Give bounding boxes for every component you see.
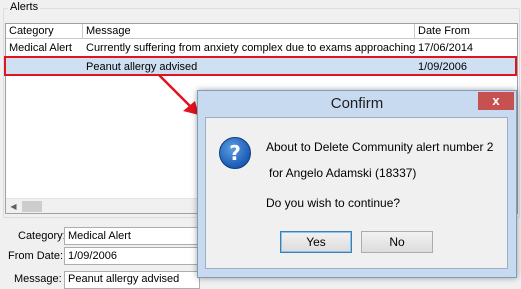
table-row[interactable]: Medical Alert Currently suffering from a… (6, 39, 517, 57)
highlight-box (4, 56, 517, 76)
category-label: Category: (18, 230, 66, 242)
yes-button[interactable]: Yes (280, 231, 352, 253)
dialog-title: Confirm (330, 95, 384, 112)
dialog-body: ? About to Delete Community alert number… (205, 117, 508, 269)
alerts-group-label: Alerts (8, 1, 41, 13)
question-icon: ? (219, 137, 251, 169)
category-combo[interactable]: Medical Alert (64, 227, 200, 245)
message-field[interactable]: Peanut allergy advised (64, 271, 200, 289)
confirm-dialog: Confirm x ? About to Delete Community al… (197, 90, 517, 278)
column-header-message[interactable]: Message (83, 24, 415, 39)
message-label: Message: (14, 273, 62, 285)
dialog-message-line3: Do you wish to continue? (266, 196, 401, 210)
cell-category: Medical Alert (9, 42, 72, 54)
no-button[interactable]: No (361, 231, 433, 253)
from-date-value: 1/09/2006 (68, 250, 117, 262)
from-date-field[interactable]: 1/09/2006 (64, 247, 200, 265)
column-header-category[interactable]: Category (6, 24, 83, 39)
dialog-message-line2: for Angelo Adamski (18337) (269, 166, 417, 180)
scroll-thumb[interactable] (22, 201, 42, 212)
from-date-label: From Date: (8, 250, 64, 262)
close-icon[interactable]: x (478, 92, 514, 110)
scroll-left-icon[interactable]: ◀ (6, 200, 21, 213)
column-header-date-from[interactable]: Date From (415, 24, 517, 39)
cell-date-from: 17/06/2014 (418, 42, 474, 54)
dialog-message-line1: About to Delete Community alert number 2 (266, 140, 494, 154)
cell-message: Currently suffering from anxiety complex… (86, 42, 415, 54)
category-value: Medical Alert (68, 230, 131, 242)
